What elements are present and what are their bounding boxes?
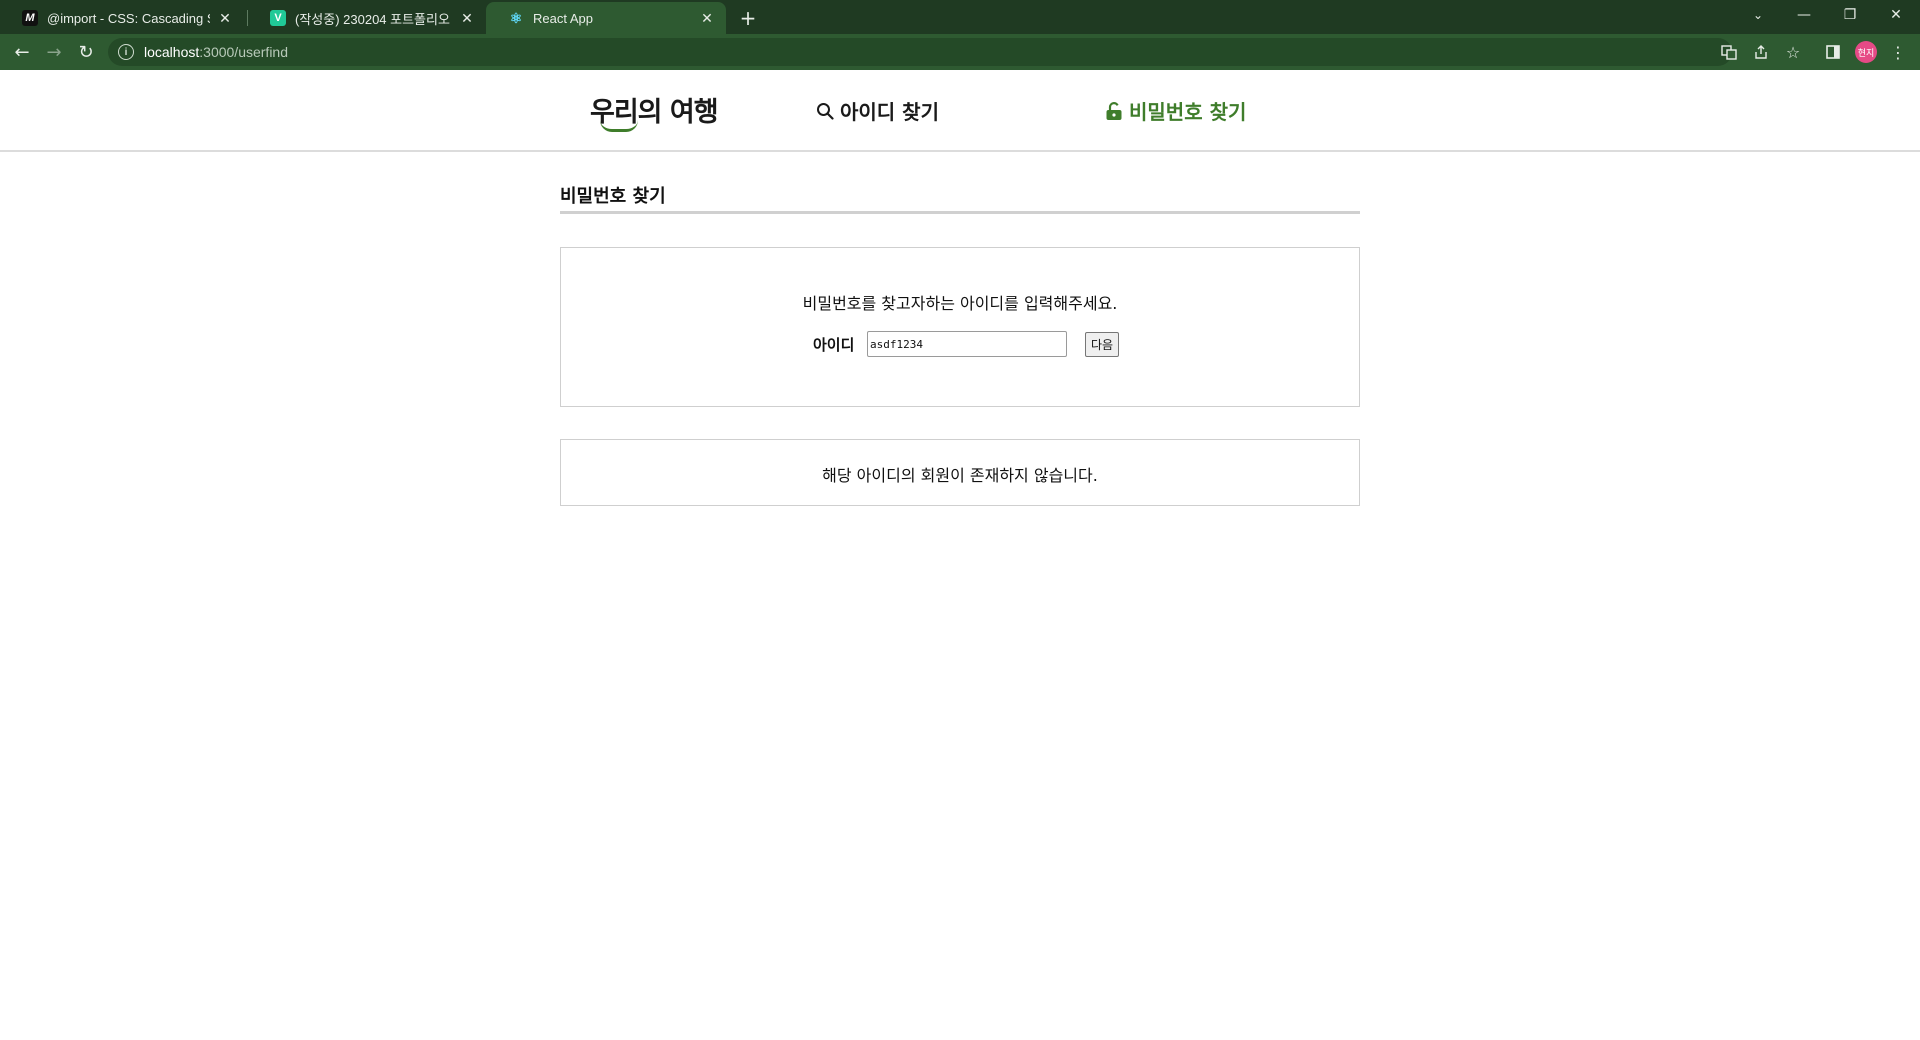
menu-kebab-icon[interactable]: ⋮ <box>1888 42 1908 62</box>
back-arrow-icon[interactable]: ← <box>10 40 34 64</box>
close-icon[interactable]: ✕ <box>698 9 716 27</box>
reload-icon[interactable]: ↻ <box>74 40 98 64</box>
next-button[interactable]: 다음 <box>1085 332 1119 357</box>
translate-icon[interactable] <box>1719 42 1739 62</box>
new-tab-icon[interactable]: + <box>736 6 760 30</box>
react-favicon-icon: ⚛ <box>509 9 523 26</box>
minimize-icon[interactable]: — <box>1782 0 1826 30</box>
mdn-favicon-icon: M <box>22 10 38 26</box>
nav-find-id-label: 아이디 찾기 <box>840 100 939 124</box>
browser-tab-react-app[interactable]: ⚛ React App ✕ <box>486 2 726 34</box>
forward-arrow-icon[interactable]: → <box>42 40 66 64</box>
browser-toolbar: ← → ↻ i localhost:3000/userfind ☆ 현지 ⋮ <box>0 34 1920 70</box>
profile-avatar[interactable]: 현지 <box>1855 41 1877 63</box>
password-find-form: 비밀번호를 찾고자하는 아이디를 입력해주세요. 아이디 다음 <box>560 247 1360 407</box>
form-instruction: 비밀번호를 찾고자하는 아이디를 입력해주세요. <box>802 294 1118 313</box>
nav-find-password[interactable]: 비밀번호 찾기 <box>1103 96 1246 125</box>
browser-tab-velog[interactable]: V (작성중) 230204 포트폴리오 프로 ✕ <box>248 2 486 34</box>
close-icon[interactable]: ✕ <box>458 9 476 27</box>
browser-tab-mdn[interactable]: M @import - CSS: Cascading Style ✕ <box>0 2 244 34</box>
page-viewport: 우리의 여행 아이디 찾기 비밀번호 찾기 비밀번호 찾기 비밀번호를 찾고자하… <box>0 70 1920 1040</box>
id-field-label: 아이디 <box>813 336 855 354</box>
result-panel: 해당 아이디의 회원이 존재하지 않습니다. <box>560 439 1360 506</box>
unlock-icon <box>1103 100 1125 122</box>
velog-favicon-icon: V <box>270 10 286 26</box>
share-icon[interactable] <box>1751 42 1771 62</box>
logo-smile-icon <box>600 120 638 132</box>
nav-find-password-label: 비밀번호 찾기 <box>1129 100 1247 124</box>
id-input[interactable] <box>867 331 1067 357</box>
browser-tab-strip: M @import - CSS: Cascading Style ✕ V (작성… <box>0 0 1920 34</box>
site-header: 우리의 여행 아이디 찾기 비밀번호 찾기 <box>0 70 1920 152</box>
tab-title: (작성중) 230204 포트폴리오 프로 <box>295 11 452 27</box>
bookmark-star-icon[interactable]: ☆ <box>1783 42 1803 62</box>
site-info-icon[interactable]: i <box>118 44 134 60</box>
page-title: 비밀번호 찾기 <box>560 186 666 207</box>
window-close-icon[interactable]: ✕ <box>1874 0 1918 30</box>
tab-title: @import - CSS: Cascading Style <box>47 10 210 26</box>
close-icon[interactable]: ✕ <box>216 9 234 27</box>
title-divider <box>560 211 1360 214</box>
restore-icon[interactable]: ❐ <box>1828 0 1872 30</box>
nav-find-id[interactable]: 아이디 찾기 <box>814 96 939 125</box>
result-message: 해당 아이디의 회원이 존재하지 않습니다. <box>822 466 1098 485</box>
search-icon <box>814 100 836 122</box>
tab-search-icon[interactable]: ⌄ <box>1736 0 1780 30</box>
url-path: :3000/userfind <box>199 44 288 60</box>
address-bar[interactable]: i localhost:3000/userfind <box>108 38 1732 66</box>
side-panel-icon[interactable] <box>1823 42 1843 62</box>
tab-title: React App <box>533 10 593 26</box>
url-host: localhost <box>144 44 200 60</box>
